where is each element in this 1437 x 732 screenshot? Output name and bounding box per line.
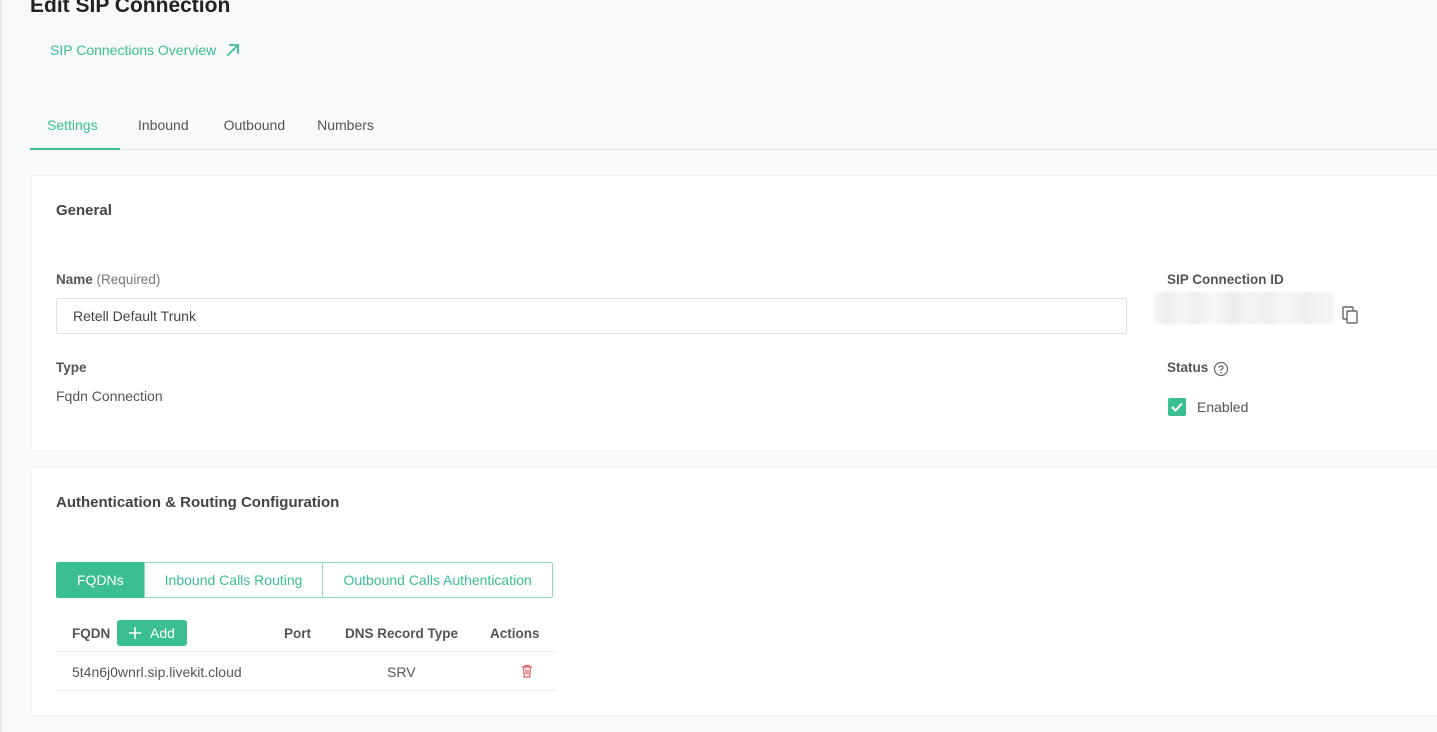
sip-connections-overview-link[interactable]: SIP Connections Overview xyxy=(50,42,241,58)
segment-fqdns[interactable]: FQDNs xyxy=(56,562,145,598)
page-title: Edit SIP Connection xyxy=(30,0,231,17)
tab-settings[interactable]: Settings xyxy=(30,108,120,150)
plus-icon xyxy=(129,627,142,639)
add-fqdn-button[interactable]: Add xyxy=(117,620,187,646)
status-enabled-label: Enabled xyxy=(1197,399,1249,415)
external-arrow-icon xyxy=(226,43,240,57)
segment-inbound-calls-routing[interactable]: Inbound Calls Routing xyxy=(143,562,324,598)
name-label-text: Name xyxy=(56,272,93,287)
general-title: General xyxy=(56,202,112,219)
column-header-dns-record-type: DNS Record Type xyxy=(345,626,459,641)
name-input[interactable] xyxy=(56,298,1127,334)
general-card: General Name (Required) Type Fqdn Connec… xyxy=(31,175,1437,451)
checkmark-icon xyxy=(1171,402,1183,412)
tab-outbound[interactable]: Outbound xyxy=(206,108,302,150)
copy-icon[interactable] xyxy=(1342,306,1358,324)
settings-tabs: Settings Inbound Outbound Numbers xyxy=(30,108,1437,150)
add-label: Add xyxy=(150,625,175,641)
dns-record-type-cell: SRV xyxy=(387,664,416,680)
delete-icon[interactable] xyxy=(521,664,533,678)
type-label: Type xyxy=(56,360,87,375)
required-hint: (Required) xyxy=(96,272,161,287)
sip-connection-id-label: SIP Connection ID xyxy=(1167,272,1284,287)
status-label: Status xyxy=(1167,360,1209,375)
auth-routing-card: Authentication & Routing Configuration F… xyxy=(31,467,1437,716)
tab-numbers[interactable]: Numbers xyxy=(301,108,390,150)
help-icon[interactable] xyxy=(1213,361,1229,377)
name-label: Name (Required) xyxy=(56,272,160,287)
column-header-fqdn: FQDN xyxy=(72,626,111,641)
sip-connection-id-value xyxy=(1154,292,1334,324)
status-enabled-checkbox[interactable] xyxy=(1168,398,1186,416)
table-bottom-divider xyxy=(56,690,556,691)
segment-outbound-calls-authentication[interactable]: Outbound Calls Authentication xyxy=(322,562,553,598)
auth-routing-title: Authentication & Routing Configuration xyxy=(56,494,340,511)
type-value: Fqdn Connection xyxy=(56,388,163,404)
overview-link-label: SIP Connections Overview xyxy=(50,42,217,58)
left-border xyxy=(0,0,2,732)
table-divider xyxy=(56,651,556,652)
config-segment-control: FQDNs Inbound Calls Routing Outbound Cal… xyxy=(56,562,553,598)
column-header-actions: Actions xyxy=(490,626,540,641)
fqdn-cell: 5t4n6j0wnrl.sip.livekit.cloud xyxy=(72,664,242,680)
column-header-port: Port xyxy=(284,626,311,641)
tab-inbound[interactable]: Inbound xyxy=(120,108,206,150)
